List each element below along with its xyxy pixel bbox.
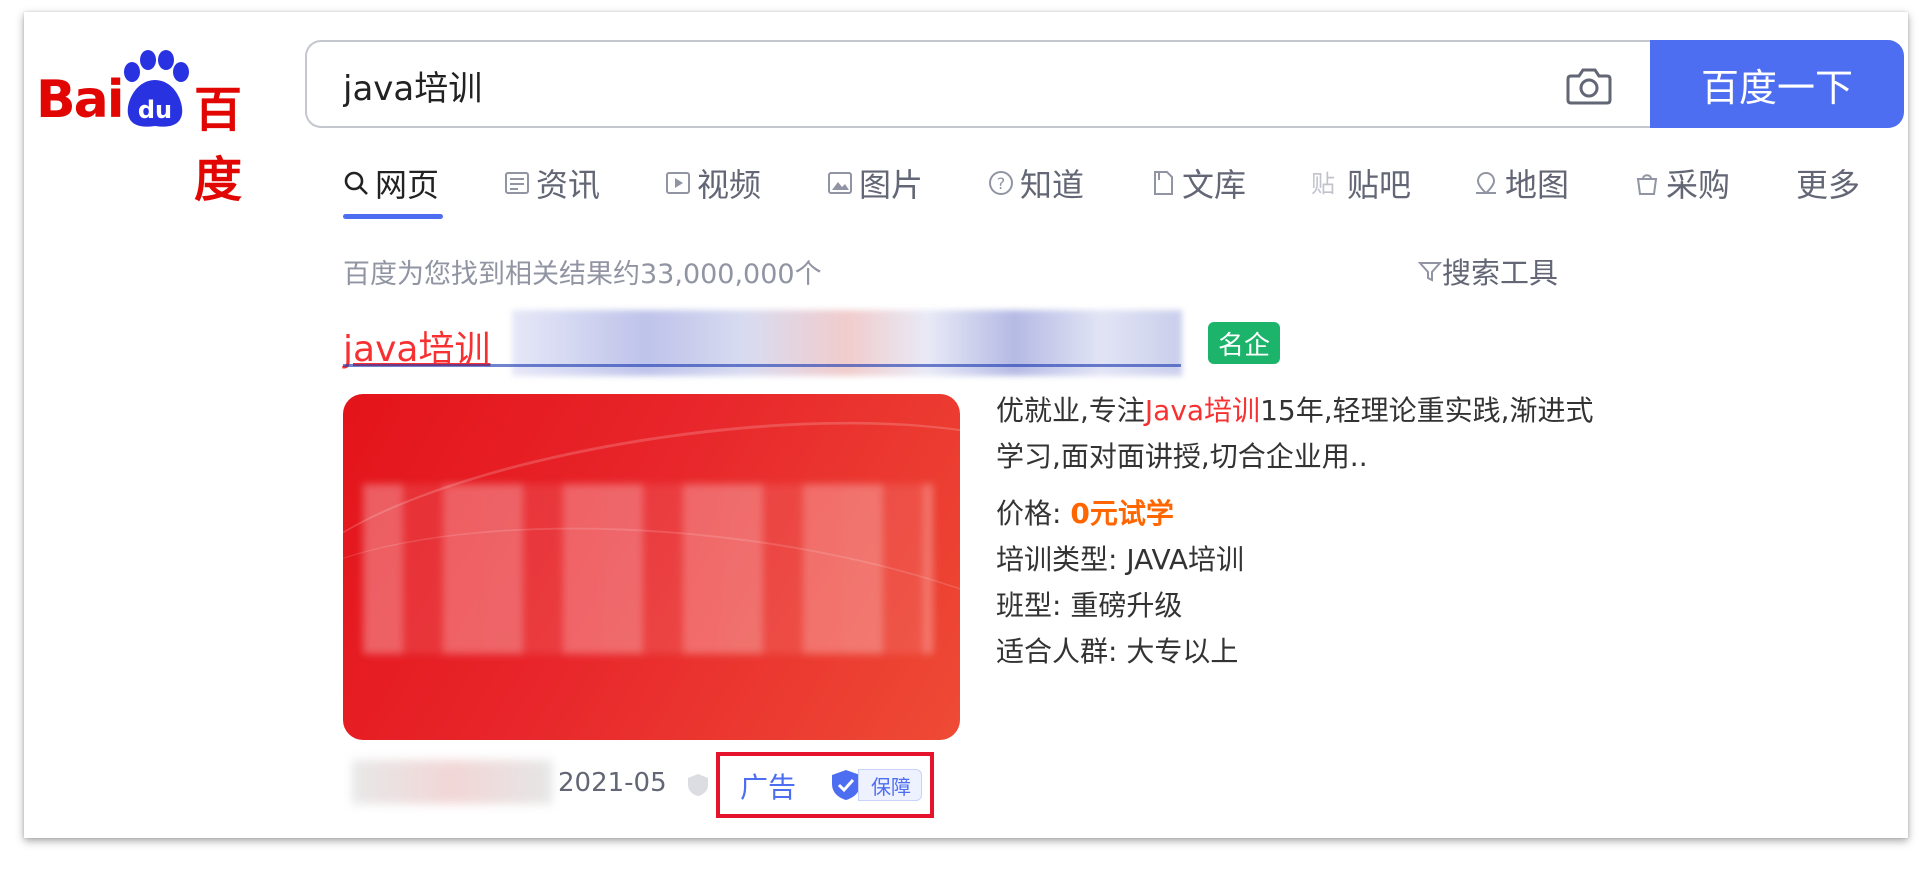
ad-image[interactable] bbox=[343, 394, 960, 740]
logo-bai-text: Bai bbox=[36, 70, 125, 130]
field-label: 价格: bbox=[996, 497, 1062, 530]
field-label: 班型: bbox=[996, 589, 1062, 622]
tab-label: 知道 bbox=[1020, 166, 1085, 204]
ad-label[interactable]: 广告 bbox=[740, 766, 796, 806]
result-count: 百度为您找到相关结果约33,000,000个 bbox=[343, 259, 822, 290]
desc-text: 优就业,专注 bbox=[996, 394, 1145, 427]
tab-news[interactable]: 资讯 bbox=[504, 160, 600, 206]
map-icon bbox=[1476, 171, 1496, 195]
search-results-card bbox=[24, 12, 1908, 838]
logo-baidu-cn-text: 百度 bbox=[194, 82, 243, 208]
search-tools-label: 搜索工具 bbox=[1442, 256, 1559, 290]
svg-text:贴: 贴 bbox=[1311, 170, 1335, 197]
filter-icon bbox=[1418, 262, 1442, 282]
field-value[interactable]: 0元试学 bbox=[1070, 497, 1173, 530]
tab-map[interactable]: 地图 bbox=[1473, 160, 1569, 206]
tab-purchase[interactable]: 采购 bbox=[1634, 160, 1730, 206]
result-title-link[interactable]: java培训 bbox=[343, 320, 490, 370]
search-box bbox=[305, 40, 1651, 128]
tab-image[interactable]: 图片 bbox=[827, 160, 923, 206]
baidu-logo[interactable]: Bai du 百度 bbox=[36, 50, 276, 208]
result-description: 优就业,专注Java培训15年,轻理论重实践,渐进式学习,面对面讲授,切合企业用… bbox=[996, 388, 1616, 480]
tab-label: 网页 bbox=[375, 166, 440, 204]
field-audience: 适合人群: 大专以上 bbox=[996, 630, 1238, 670]
field-training-type: 培训类型: JAVA培训 bbox=[996, 538, 1244, 578]
active-tab-indicator bbox=[343, 214, 443, 219]
svg-text:?: ? bbox=[997, 174, 1006, 193]
logo-du-text: du bbox=[138, 96, 172, 124]
tab-label: 视频 bbox=[697, 166, 762, 204]
tab-more[interactable]: 更多 bbox=[1796, 160, 1860, 206]
question-icon: ? bbox=[989, 171, 1013, 195]
field-value: 大专以上 bbox=[1126, 635, 1239, 668]
tab-label: 采购 bbox=[1666, 166, 1731, 204]
shield-icon[interactable] bbox=[686, 772, 710, 798]
search-icon bbox=[344, 171, 368, 195]
tab-label: 图片 bbox=[859, 166, 924, 204]
guarantee-badge[interactable]: 保障 bbox=[830, 768, 922, 802]
tab-zhidao[interactable]: ? 知道 bbox=[988, 160, 1084, 206]
search-tools-button[interactable]: 搜索工具 bbox=[1418, 250, 1558, 292]
field-class-type: 班型: 重磅升级 bbox=[996, 584, 1182, 624]
blurred-source-name bbox=[352, 760, 552, 804]
search-input[interactable] bbox=[341, 56, 1525, 114]
tab-label: 更多 bbox=[1796, 166, 1861, 204]
blurred-image-text bbox=[363, 484, 933, 654]
tab-label: 贴吧 bbox=[1347, 166, 1412, 204]
camera-icon[interactable] bbox=[1565, 64, 1613, 106]
field-price: 价格: 0元试学 bbox=[996, 492, 1174, 532]
news-icon bbox=[505, 172, 529, 194]
document-icon bbox=[1154, 171, 1173, 195]
field-value: JAVA培训 bbox=[1126, 543, 1244, 576]
tab-label: 文库 bbox=[1182, 166, 1247, 204]
video-icon bbox=[666, 172, 690, 194]
tieba-icon: 贴 bbox=[1311, 170, 1335, 197]
tab-wenku[interactable]: 文库 bbox=[1150, 160, 1246, 206]
shop-icon bbox=[1636, 174, 1658, 195]
tab-video[interactable]: 视频 bbox=[665, 160, 761, 206]
tab-tieba[interactable]: 贴 贴吧 bbox=[1311, 160, 1411, 206]
guarantee-label: 保障 bbox=[858, 769, 922, 801]
verified-enterprise-badge[interactable]: 名企 bbox=[1208, 322, 1280, 364]
desc-highlight: Java培训 bbox=[1144, 394, 1261, 427]
search-button[interactable]: 百度一下 bbox=[1650, 40, 1904, 128]
result-date: 2021-05 bbox=[558, 768, 667, 798]
tab-label: 资讯 bbox=[536, 166, 601, 204]
field-label: 适合人群: bbox=[996, 635, 1118, 668]
field-label: 培训类型: bbox=[996, 543, 1118, 576]
image-icon bbox=[828, 172, 852, 194]
tab-label: 地图 bbox=[1505, 166, 1570, 204]
title-underline bbox=[343, 364, 1181, 367]
paw-icon: du bbox=[124, 50, 189, 127]
tab-web[interactable]: 网页 bbox=[343, 160, 439, 206]
field-value: 重磅升级 bbox=[1070, 589, 1183, 622]
